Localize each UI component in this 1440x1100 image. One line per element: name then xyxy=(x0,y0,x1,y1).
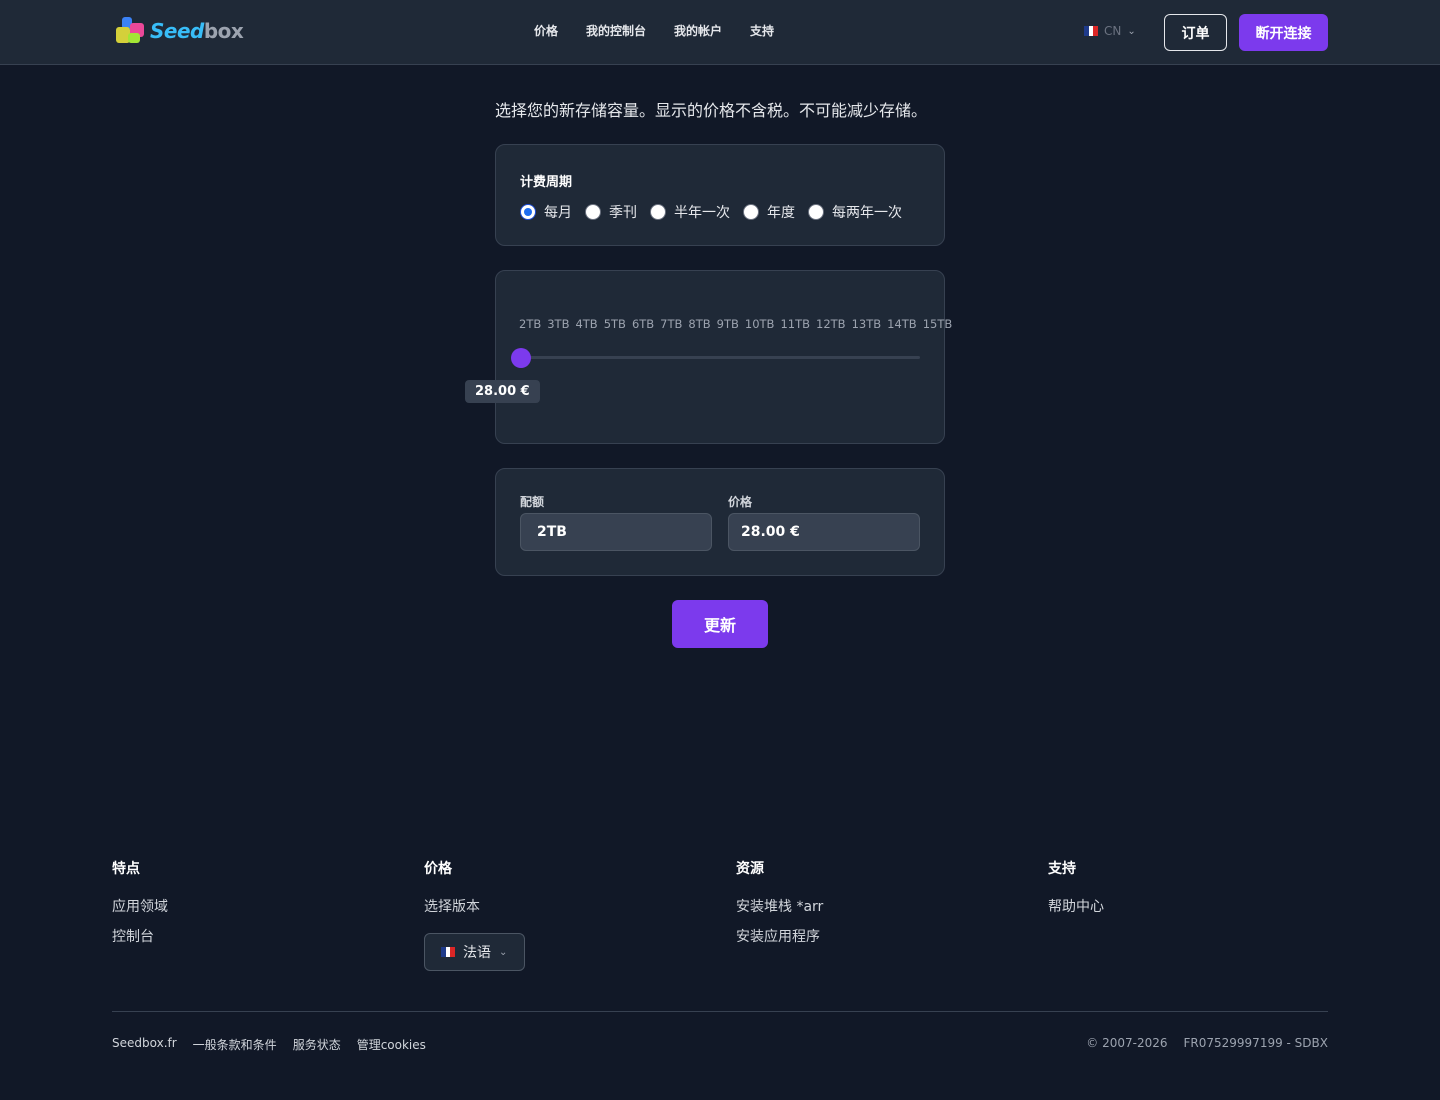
radio-icon[interactable] xyxy=(650,204,666,220)
quota-label: 配额 xyxy=(520,495,545,509)
nav-account[interactable]: 我的帐户 xyxy=(674,22,722,39)
quota-price-card: 配额 2TB 价格 28.00 € xyxy=(495,468,945,576)
language-code: CN xyxy=(1104,24,1122,38)
tick-label: 7TB xyxy=(660,317,683,331)
tick-label: 14TB xyxy=(887,317,917,331)
price-label: 价格 xyxy=(728,495,753,509)
slider-handle[interactable] xyxy=(511,348,531,368)
radio-semiannual[interactable]: 半年一次 xyxy=(650,202,730,222)
footer-link[interactable]: 控制台 xyxy=(112,926,168,946)
footer-status-link[interactable]: 服务状态 xyxy=(293,1036,341,1053)
slider-price-tooltip: 28.00 € xyxy=(465,380,540,403)
tick-label: 2TB xyxy=(519,317,542,331)
tick-label: 13TB xyxy=(851,317,882,331)
footer-heading: 特点 xyxy=(112,861,140,877)
footer-col-resources: 资源 安装堆栈 *arr 安装应用程序 xyxy=(736,858,823,956)
footer-col-features: 特点 应用领域 控制台 xyxy=(112,858,168,956)
intro-text: 选择您的新存储容量。显示的价格不含税。不可能减少存储。 xyxy=(495,101,928,120)
copyright-text: © 2007-2026 xyxy=(1086,1036,1168,1050)
radio-icon[interactable] xyxy=(743,204,759,220)
nav-pricing[interactable]: 价格 xyxy=(534,22,558,39)
footer-language-label: 法语 xyxy=(463,945,491,961)
company-id-text: FR07529997199 - SDBX xyxy=(1183,1036,1329,1050)
tick-label: 8TB xyxy=(688,317,711,331)
billing-cycle-options: 每月 季刊 半年一次 年度 每两年一次 xyxy=(520,202,915,222)
footer-link[interactable]: 应用领域 xyxy=(112,896,168,916)
order-button[interactable]: 订单 xyxy=(1164,14,1227,51)
logo-cubes-icon xyxy=(114,15,148,47)
footer-site-link[interactable]: Seedbox.fr xyxy=(112,1036,177,1053)
seedbox-logo[interactable]: Seedbox xyxy=(114,15,246,47)
radio-checked-icon[interactable] xyxy=(520,204,536,220)
tick-label: 3TB xyxy=(547,317,570,331)
radio-biennial[interactable]: 每两年一次 xyxy=(808,202,902,222)
france-flag-icon xyxy=(1084,26,1099,36)
footer-heading: 资源 xyxy=(736,861,764,877)
france-flag-icon xyxy=(441,947,456,957)
slider-tick-labels: 2TB 3TB 4TB 5TB 6TB 7TB 8TB 9TB 10TB 11T… xyxy=(519,317,958,331)
disconnect-button[interactable]: 断开连接 xyxy=(1239,14,1328,51)
radio-annual[interactable]: 年度 xyxy=(743,202,795,222)
footer-link[interactable]: 安装堆栈 *arr xyxy=(736,896,823,916)
footer-language-button[interactable]: 法语 ⌄ xyxy=(424,933,525,971)
slider-track[interactable] xyxy=(520,356,920,359)
update-button[interactable]: 更新 xyxy=(672,600,768,648)
footer-heading: 支持 xyxy=(1048,861,1076,877)
tick-label: 10TB xyxy=(744,317,775,331)
footer-bottom-links: Seedbox.fr 一般条款和条件 服务状态 管理cookies xyxy=(112,1036,442,1053)
footer-legal: © 2007-2026 FR07529997199 - SDBX xyxy=(1070,1036,1328,1050)
footer-link[interactable]: 安装应用程序 xyxy=(736,926,823,946)
nav-dashboard[interactable]: 我的控制台 xyxy=(586,22,646,39)
tick-label: 12TB xyxy=(816,317,846,331)
chevron-down-icon: ⌄ xyxy=(499,946,508,958)
billing-cycle-card: 计费周期 每月 季刊 半年一次 年度 每两年一次 xyxy=(495,144,945,246)
main-nav: 价格 我的控制台 我的帐户 支持 xyxy=(534,22,802,39)
radio-quarterly[interactable]: 季刊 xyxy=(585,202,637,222)
tick-label: 4TB xyxy=(575,317,598,331)
footer-link[interactable]: 选择版本 xyxy=(424,896,480,916)
language-selector[interactable]: CN ⌄ xyxy=(1084,24,1136,38)
top-header: Seedbox 价格 我的控制台 我的帐户 支持 CN ⌄ 订单 断开连接 xyxy=(0,0,1440,65)
logo-wordmark: Seedbox xyxy=(150,19,244,43)
tick-label: 9TB xyxy=(716,317,739,331)
tick-label: 6TB xyxy=(631,317,655,331)
footer-link[interactable]: 帮助中心 xyxy=(1048,896,1104,916)
footer-terms-link[interactable]: 一般条款和条件 xyxy=(193,1036,277,1053)
tick-label: 5TB xyxy=(603,317,626,331)
radio-icon[interactable] xyxy=(808,204,824,220)
radio-monthly[interactable]: 每月 xyxy=(520,202,572,222)
tick-label: 15TB xyxy=(922,317,953,331)
price-field[interactable]: 28.00 € xyxy=(728,513,920,551)
footer-col-pricing: 价格 选择版本 xyxy=(424,858,480,926)
chevron-down-icon: ⌄ xyxy=(1127,25,1136,37)
quota-field[interactable]: 2TB xyxy=(520,513,712,551)
tick-label: 11TB xyxy=(780,317,810,331)
footer-divider xyxy=(112,1011,1328,1012)
footer-heading: 价格 xyxy=(424,861,452,877)
footer-cookies-link[interactable]: 管理cookies xyxy=(357,1036,426,1053)
radio-icon[interactable] xyxy=(585,204,601,220)
footer-col-support: 支持 帮助中心 xyxy=(1048,858,1104,926)
nav-support[interactable]: 支持 xyxy=(750,22,774,39)
storage-slider-card: 2TB 3TB 4TB 5TB 6TB 7TB 8TB 9TB 10TB 11T… xyxy=(465,270,952,444)
billing-cycle-label: 计费周期 xyxy=(520,175,573,190)
